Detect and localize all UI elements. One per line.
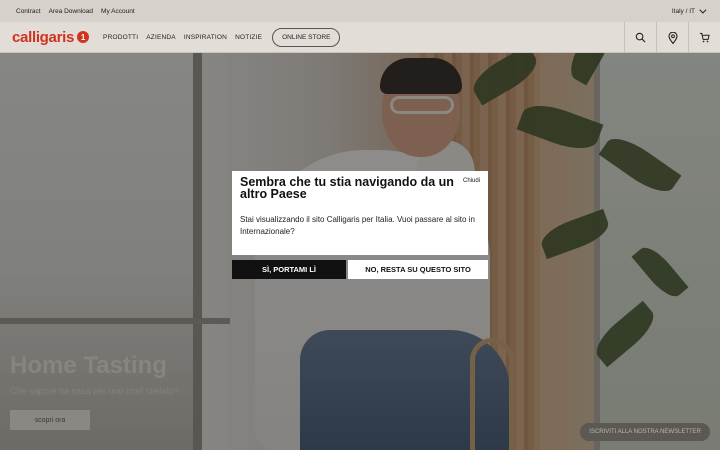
newsletter-button[interactable]: ISCRIVITI ALLA NOSTRA NEWSLETTER	[580, 423, 710, 441]
modal-message: Stai visualizzando il sito Calligaris pe…	[240, 215, 475, 236]
nav-item-inspiration[interactable]: INSPIRATION	[184, 34, 227, 41]
link-area-download[interactable]: Area Download	[49, 8, 93, 15]
logo-mark: 1	[77, 31, 90, 43]
logo-text: calligaris	[12, 28, 75, 46]
search-icon	[635, 32, 646, 43]
link-my-account[interactable]: My Account	[101, 8, 135, 15]
stay-on-site-button[interactable]: NO, RESTA SU QUESTO SITO	[348, 260, 488, 279]
language-label: Italy / IT	[671, 7, 695, 15]
cart-button[interactable]	[688, 22, 720, 53]
nav-item-prodotti[interactable]: PRODOTTI	[103, 34, 138, 41]
location-pin-icon	[667, 31, 678, 44]
nav-item-notizie[interactable]: NOTIZIE	[235, 34, 262, 41]
calligaris-logo[interactable]: calligaris 1	[12, 28, 90, 46]
country-modal: Sembra che tu stia navigando da un altro…	[232, 171, 488, 255]
cart-icon	[699, 32, 710, 43]
switch-site-button[interactable]: SÌ, PORTAMI LÌ	[232, 260, 346, 279]
main-nav: calligaris 1 PRODOTTI AZIENDA INSPIRATIO…	[0, 22, 720, 53]
language-selector[interactable]: Italy / IT	[671, 6, 707, 15]
modal-close-button[interactable]: Chiudi	[463, 178, 480, 184]
hero-subtitle: Che sapore ha casa per uno chef stellato…	[10, 386, 180, 396]
utility-bar: Contract Area Download My Account Italy …	[0, 0, 720, 22]
hero-cta-button[interactable]: scopri ora	[10, 410, 90, 430]
chevron-down-icon	[699, 6, 707, 14]
online-store-button[interactable]: ONLINE STORE	[272, 27, 341, 47]
modal-title: Sembra che tu stia navigando da un altro…	[240, 175, 454, 201]
store-locator-button[interactable]	[656, 22, 688, 53]
link-contract[interactable]: Contract	[16, 8, 41, 15]
nav-icons	[624, 22, 720, 53]
nav-item-azienda[interactable]: AZIENDA	[146, 34, 176, 41]
search-button[interactable]	[624, 22, 656, 53]
hero-title: Home Tasting	[10, 352, 167, 379]
